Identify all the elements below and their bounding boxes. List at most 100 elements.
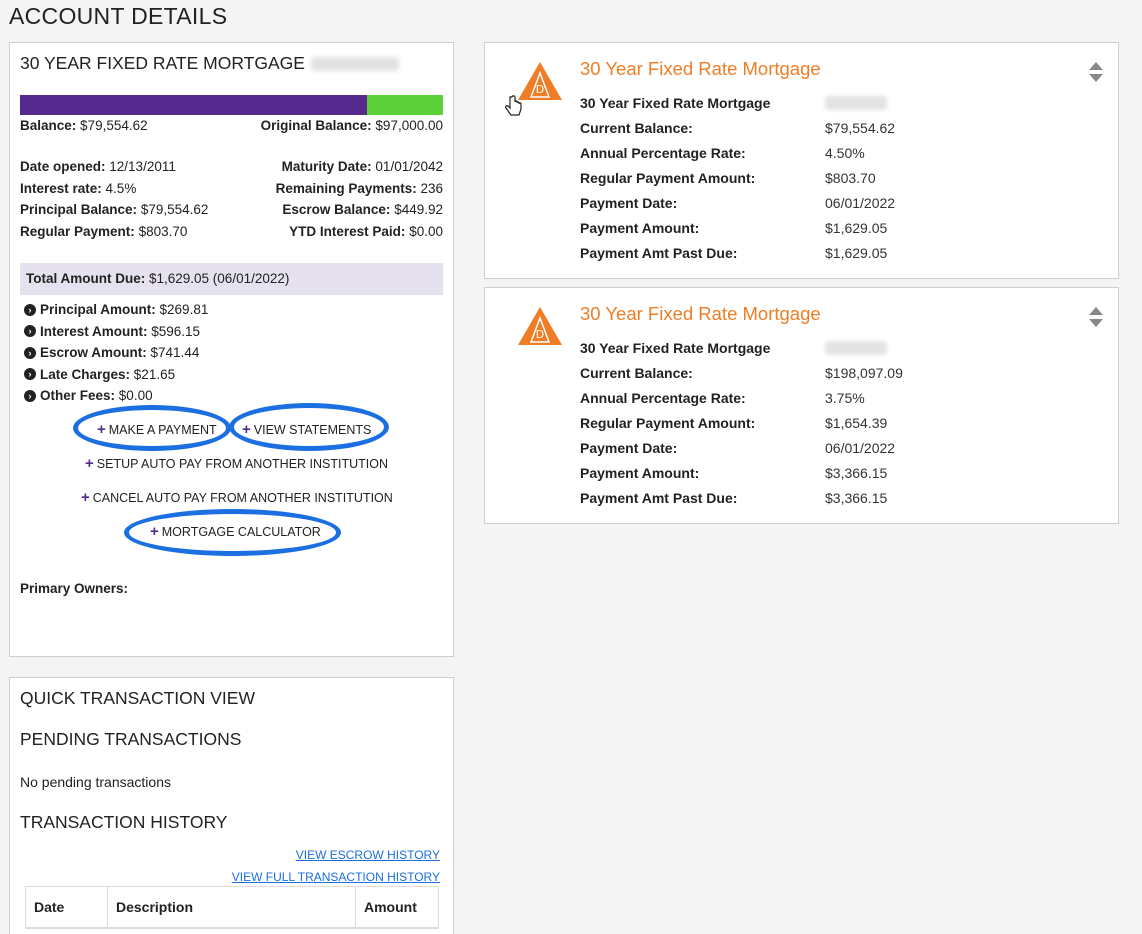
cancel-autopay-button[interactable]: + CANCEL AUTO PAY FROM ANOTHER INSTITUTIO… (81, 489, 393, 506)
card-details: 30 Year Fixed Rate Mortgage Current Bala… (580, 90, 895, 265)
setup-autopay-label: SETUP AUTO PAY FROM ANOTHER INSTITUTION (96, 457, 389, 471)
detail-row: 30 Year Fixed Rate Mortgage (580, 90, 895, 115)
redacted-account-number (825, 95, 887, 110)
field-label: Escrow Balance: (282, 202, 391, 217)
sort-icon[interactable] (1088, 61, 1104, 83)
original-balance-value: $97,000.00 (375, 118, 443, 133)
detail-label: Payment Date: (580, 439, 678, 456)
svg-text:D: D (536, 328, 544, 341)
quick-transaction-title: QUICK TRANSACTION VIEW (20, 688, 255, 708)
balance-row: Balance: $79,554.62 Original Balance: $9… (20, 118, 443, 133)
due-value: $596.15 (151, 323, 201, 339)
plus-icon: + (81, 489, 90, 506)
detail-row: Principal Balance: $79,554.62 Escrow Bal… (20, 202, 443, 217)
detail-row: Regular Payment Amount: $803.70 (580, 165, 895, 190)
detail-value: $1,629.05 (825, 244, 888, 261)
chevron-right-icon: › (24, 325, 36, 338)
pending-transactions-title: PENDING TRANSACTIONS (20, 729, 242, 749)
due-label: Interest Amount: (40, 323, 148, 339)
list-item: › Principal Amount: $269.81 (24, 299, 208, 321)
detail-label: Payment Amount: (580, 219, 700, 236)
detail-label: Regular Payment Amount: (580, 169, 756, 186)
make-payment-button[interactable]: + MAKE A PAYMENT (97, 421, 217, 438)
card-title[interactable]: 30 Year Fixed Rate Mortgage (580, 58, 821, 80)
due-label: Other Fees: (40, 388, 116, 404)
detail-label: 30 Year Fixed Rate Mortgage (580, 339, 771, 356)
field-label: Interest rate: (20, 181, 102, 196)
field-value: $803.70 (138, 224, 188, 239)
mortgage-calculator-label: MORTGAGE CALCULATOR (161, 525, 321, 539)
balance-label: Balance: (20, 118, 77, 133)
list-item: › Other Fees: $0.00 (24, 385, 208, 407)
svg-text:D: D (536, 83, 544, 96)
field-label: Regular Payment: (20, 224, 135, 239)
view-statements-button[interactable]: + VIEW STATEMENTS (242, 421, 371, 438)
table-header-row: Date Description Amount (25, 886, 439, 929)
sort-icon[interactable] (1088, 306, 1104, 328)
detail-row: Date opened: 12/13/2011 Maturity Date: 0… (20, 159, 443, 174)
detail-label: Payment Amt Past Due: (580, 244, 738, 261)
field-value: 236 (420, 181, 443, 196)
detail-row: Annual Percentage Rate: 4.50% (580, 140, 895, 165)
mortgage-card: D 30 Year Fixed Rate Mortgage 30 Year Fi… (484, 287, 1119, 524)
field-label: YTD Interest Paid: (289, 224, 406, 239)
detail-value: $79,554.62 (825, 119, 896, 136)
page-title: ACCOUNT DETAILS (9, 3, 228, 29)
view-full-history-link[interactable]: VIEW FULL TRANSACTION HISTORY (232, 870, 440, 884)
mortgage-calculator-button[interactable]: + MORTGAGE CALCULATOR (150, 523, 321, 540)
field-value: $0.00 (409, 224, 443, 239)
setup-autopay-button[interactable]: + SETUP AUTO PAY FROM ANOTHER INSTITUTION (85, 455, 388, 472)
detail-label: 30 Year Fixed Rate Mortgage (580, 94, 771, 111)
chevron-right-icon: › (24, 368, 36, 381)
card-details: 30 Year Fixed Rate Mortgage Current Bala… (580, 335, 903, 510)
detail-row: Current Balance: $79,554.62 (580, 115, 895, 140)
balance-progress-fill (20, 95, 367, 115)
list-item: › Late Charges: $21.65 (24, 364, 208, 386)
detail-label: Payment Amt Past Due: (580, 489, 738, 506)
column-header-date[interactable]: Date (25, 886, 108, 929)
detail-label: Payment Date: (580, 194, 678, 211)
amount-due-breakdown: › Principal Amount: $269.81 › Interest Amo… (24, 299, 208, 407)
list-item: › Escrow Amount: $741.44 (24, 342, 208, 364)
field-value: $449.92 (394, 202, 443, 217)
detail-row: Interest rate: 4.5% Remaining Payments: … (20, 181, 443, 196)
transaction-history-table: Date Description Amount (25, 886, 439, 929)
plus-icon: + (85, 455, 94, 472)
cancel-autopay-label: CANCEL AUTO PAY FROM ANOTHER INSTITUTION (92, 491, 393, 505)
due-label: Escrow Amount: (40, 345, 147, 361)
detail-label: Current Balance: (580, 364, 693, 381)
card-title[interactable]: 30 Year Fixed Rate Mortgage (580, 303, 821, 325)
detail-value: 3.75% (825, 389, 865, 406)
view-escrow-history-link[interactable]: VIEW ESCROW HISTORY (296, 848, 440, 862)
detail-value: $1,654.39 (825, 414, 888, 431)
lender-logo-icon: D (518, 62, 562, 100)
total-amount-due: Total Amount Due: $1,629.05 (06/01/2022) (20, 263, 443, 295)
original-balance-label: Original Balance: (260, 118, 372, 133)
detail-row: Payment Date: 06/01/2022 (580, 190, 895, 215)
field-value: $79,554.62 (140, 202, 209, 217)
field-value: 12/13/2011 (109, 159, 176, 174)
field-label: Maturity Date: (281, 159, 372, 174)
detail-label: Annual Percentage Rate: (580, 144, 746, 161)
account-title: 30 YEAR FIXED RATE MORTGAGE (20, 53, 399, 74)
view-statements-label: VIEW STATEMENTS (253, 423, 372, 437)
primary-owners-label: Primary Owners: (20, 581, 129, 596)
detail-value: 06/01/2022 (825, 194, 896, 211)
account-summary-panel: 30 YEAR FIXED RATE MORTGAGE Balance: $79… (9, 42, 454, 657)
field-label: Remaining Payments: (275, 181, 417, 196)
make-payment-label: MAKE A PAYMENT (108, 423, 217, 437)
detail-row: Regular Payment: $803.70 YTD Interest Pa… (20, 224, 443, 239)
total-due-value: $1,629.05 (06/01/2022) (149, 271, 290, 286)
detail-row: Regular Payment Amount: $1,654.39 (580, 410, 903, 435)
detail-row: Current Balance: $198,097.09 (580, 360, 903, 385)
column-header-description[interactable]: Description (107, 886, 356, 929)
balance-progress-bar (20, 95, 443, 115)
plus-icon: + (97, 421, 106, 438)
detail-row: Payment Amount: $1,629.05 (580, 215, 895, 240)
chevron-right-icon: › (24, 303, 36, 316)
field-label: Date opened: (20, 159, 106, 174)
redacted-account-number (825, 340, 887, 355)
detail-value: $803.70 (825, 169, 876, 186)
column-header-amount[interactable]: Amount (355, 886, 439, 929)
detail-row: Payment Amt Past Due: $3,366.15 (580, 485, 903, 510)
